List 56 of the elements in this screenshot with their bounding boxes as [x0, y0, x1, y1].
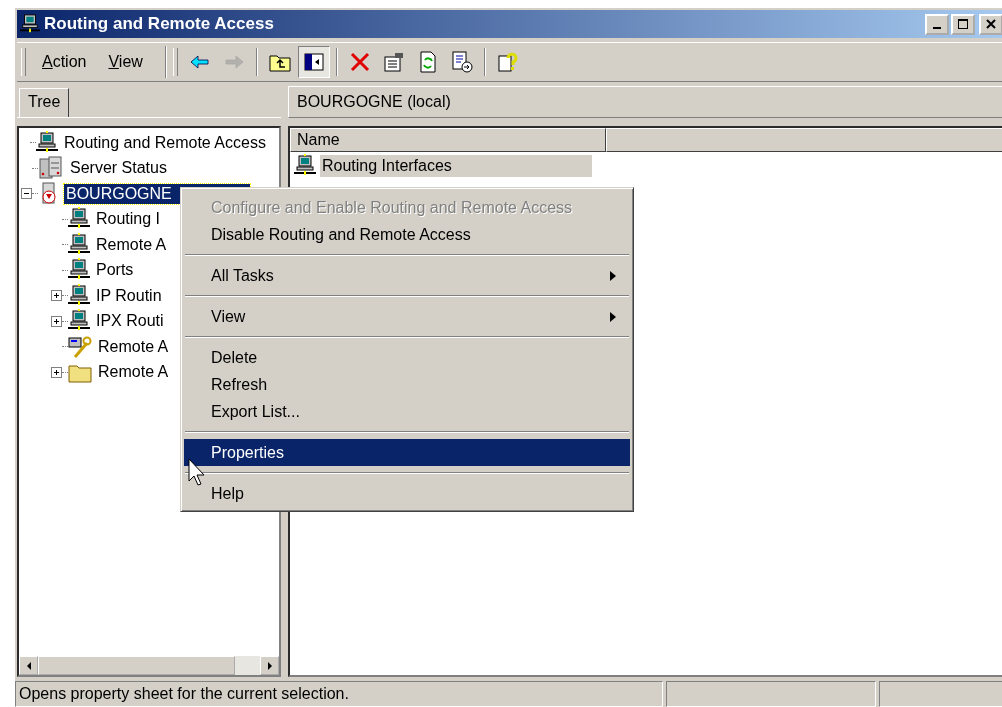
tree-item[interactable]: Remote A — [96, 336, 171, 357]
maximize-button[interactable] — [951, 13, 975, 35]
expand-toggle[interactable] — [51, 315, 62, 327]
plus-icon — [52, 367, 61, 377]
help-icon — [495, 50, 520, 74]
minimize-button[interactable] — [925, 13, 949, 35]
tree-item[interactable]: Remote A — [96, 362, 171, 383]
document-arrow-icon — [449, 50, 474, 74]
horizontal-scrollbar[interactable] — [19, 656, 279, 675]
mouse-cursor-icon — [188, 458, 208, 488]
computer-icon — [68, 283, 90, 308]
tree-item[interactable]: Ports — [94, 260, 136, 281]
server-icon — [38, 156, 64, 181]
expand-toggle[interactable] — [51, 366, 62, 378]
tree-item[interactable]: IPX Routi — [94, 311, 166, 332]
menu-item[interactable]: Refresh — [184, 371, 630, 398]
tree-item[interactable]: Routing and Remote Access — [62, 132, 268, 153]
tree-item[interactable]: Remote A — [94, 234, 169, 255]
menu-item[interactable]: Delete — [184, 344, 630, 371]
collapse-toggle[interactable] — [21, 188, 32, 200]
plus-icon — [52, 316, 61, 326]
show-tree-button[interactable] — [297, 46, 330, 78]
column-header[interactable]: Name — [290, 128, 606, 152]
tree-item[interactable]: IP Routin — [94, 285, 164, 306]
pane-heading: BOURGOGNE (local) — [288, 86, 1002, 118]
close-button[interactable] — [979, 13, 1002, 35]
properties-icon — [381, 50, 406, 74]
menu-item[interactable]: All Tasks — [184, 262, 630, 289]
menu-item[interactable]: View — [98, 53, 153, 71]
menu-item[interactable]: View — [184, 303, 630, 330]
list-item[interactable]: Routing Interfaces — [320, 155, 592, 177]
window-title: Routing and Remote Access — [44, 14, 275, 34]
menu-item[interactable]: Properties — [184, 439, 630, 466]
maximize-icon — [958, 19, 968, 29]
scroll-right-icon — [265, 660, 274, 671]
column-header[interactable] — [606, 128, 1002, 152]
computer-icon — [20, 13, 40, 35]
minimize-icon — [933, 26, 941, 29]
submenu-arrow-icon — [610, 270, 616, 281]
tree-item[interactable]: Routing I — [94, 209, 163, 230]
expand-toggle[interactable] — [51, 290, 62, 302]
menu-item[interactable]: Help — [184, 480, 630, 507]
computer-icon — [36, 130, 58, 155]
status-text: Opens property sheet for the current selection. — [15, 681, 663, 707]
computer-icon — [68, 232, 90, 257]
tool-icon — [68, 334, 92, 359]
close-icon — [986, 19, 996, 29]
computer-icon — [294, 154, 316, 178]
menu-item[interactable]: Export List... — [184, 398, 630, 425]
submenu-arrow-icon — [610, 311, 616, 322]
pane-icon — [301, 50, 326, 74]
tree-tab[interactable]: Tree — [19, 88, 70, 117]
plus-icon — [52, 291, 61, 301]
menu-item[interactable]: Disable Routing and Remote Access — [184, 221, 630, 248]
tree-item[interactable]: Server Status — [68, 158, 169, 179]
menu-item[interactable]: Action — [32, 53, 97, 71]
